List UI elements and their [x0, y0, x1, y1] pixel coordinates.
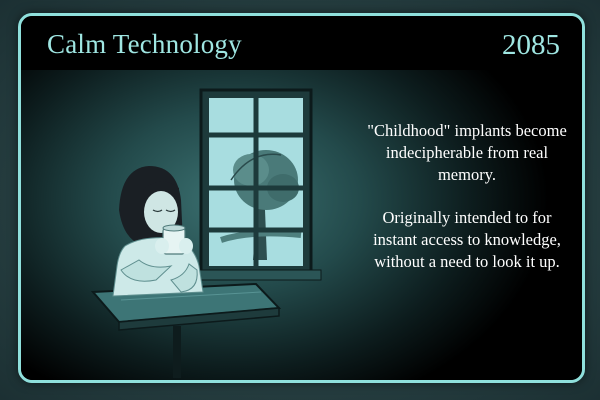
story-card: Calm Technology 2085 "Childhood" implant… — [18, 13, 585, 383]
card-year: 2085 — [502, 29, 560, 61]
caption: "Childhood" implants become indecipherab… — [367, 120, 567, 294]
window — [190, 88, 322, 281]
caption-paragraph-1: "Childhood" implants become indecipherab… — [367, 121, 567, 184]
caption-paragraph-2: Originally intended to for instant acces… — [373, 208, 561, 271]
card-title: Calm Technology — [47, 29, 242, 59]
illustration-scene: "Childhood" implants become indecipherab… — [21, 70, 582, 380]
card-header: Calm Technology 2085 — [21, 16, 582, 70]
table — [90, 282, 282, 378]
girl-figure — [112, 166, 204, 297]
